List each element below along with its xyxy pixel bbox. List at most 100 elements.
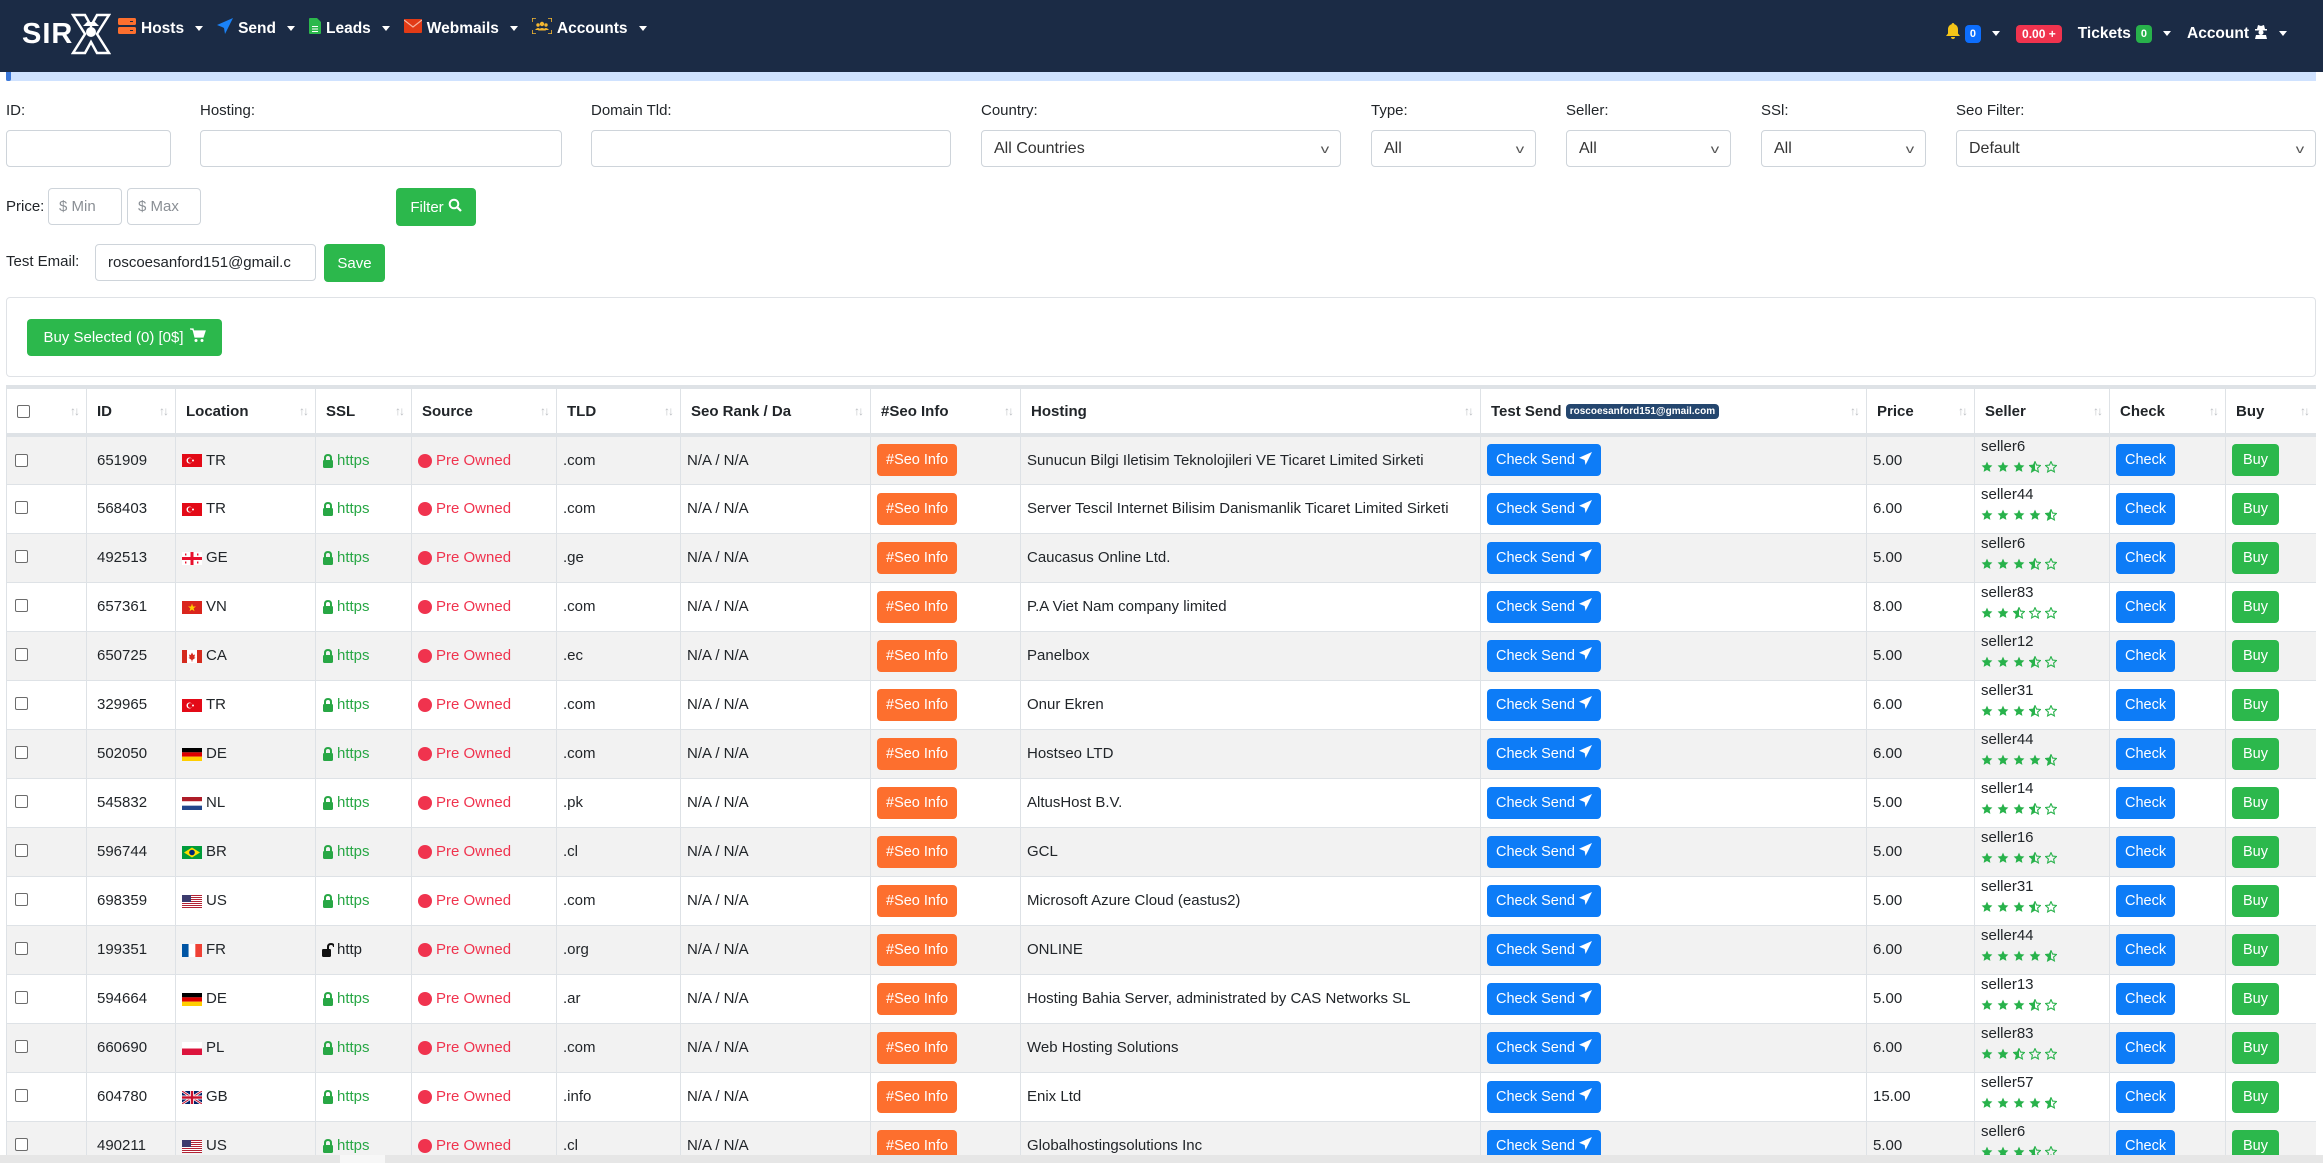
- select-all-header[interactable]: ↑↓: [6, 385, 87, 437]
- horizontal-scrollbar[interactable]: [0, 1155, 2323, 1163]
- price-min-input[interactable]: $ Min: [48, 188, 122, 225]
- column-header-seller[interactable]: Seller ↑↓: [1974, 385, 2110, 437]
- row-checkbox[interactable]: [15, 942, 28, 956]
- sort-icon[interactable]: ↑↓: [1004, 404, 1014, 418]
- buy-button[interactable]: Buy: [2232, 933, 2279, 966]
- seo-info-button[interactable]: #Seo Info: [877, 1080, 958, 1113]
- check-send-button[interactable]: Check Send: [1487, 737, 1601, 770]
- row-checkbox[interactable]: [15, 893, 28, 907]
- sort-icon[interactable]: ↑↓: [540, 404, 550, 418]
- check-button[interactable]: Check: [2116, 1080, 2176, 1113]
- scrollbar-thumb[interactable]: [340, 1155, 385, 1163]
- check-send-button[interactable]: Check Send: [1487, 933, 1601, 966]
- check-button[interactable]: Check: [2116, 444, 2176, 477]
- check-button[interactable]: Check: [2116, 737, 2176, 770]
- sort-icon[interactable]: ↑↓: [159, 404, 169, 418]
- sort-icon[interactable]: ↑↓: [299, 404, 309, 418]
- sort-icon[interactable]: ↑↓: [1958, 404, 1968, 418]
- seo-info-button[interactable]: #Seo Info: [877, 835, 958, 868]
- row-checkbox[interactable]: [15, 599, 28, 613]
- nav-accounts-dropdown[interactable]: Accounts: [531, 17, 647, 39]
- column-header-seo-rank-da[interactable]: Seo Rank / Da ↑↓: [680, 385, 871, 437]
- notifications-dropdown[interactable]: 0: [1945, 23, 2001, 44]
- sort-icon[interactable]: ↑↓: [2300, 404, 2310, 418]
- sort-icon[interactable]: ↑↓: [395, 404, 405, 418]
- check-send-button[interactable]: Check Send: [1487, 492, 1601, 525]
- column-header-tld[interactable]: TLD ↑↓: [556, 385, 681, 437]
- column-header-test-send[interactable]: Test Send roscoesanford151@gmail.com ↑↓: [1480, 385, 1867, 437]
- column-header-source[interactable]: Source ↑↓: [411, 385, 557, 437]
- buy-button[interactable]: Buy: [2232, 737, 2279, 770]
- column-header-price[interactable]: Price ↑↓: [1866, 385, 1975, 437]
- type-filter-select[interactable]: All v: [1371, 130, 1536, 167]
- nav-send-dropdown[interactable]: Send: [217, 18, 295, 39]
- row-checkbox[interactable]: [15, 1089, 28, 1103]
- nav-webmails-dropdown[interactable]: Webmails: [403, 19, 518, 38]
- seo-info-button[interactable]: #Seo Info: [877, 982, 958, 1015]
- select-all-checkbox[interactable]: [17, 405, 30, 419]
- buy-button[interactable]: Buy: [2232, 688, 2279, 721]
- check-send-button[interactable]: Check Send: [1487, 1080, 1601, 1113]
- test-email-input[interactable]: roscoesanford151@gmail.c: [95, 244, 316, 281]
- check-button[interactable]: Check: [2116, 786, 2176, 819]
- seo-filter-select[interactable]: Default v: [1956, 130, 2316, 167]
- column-header-location[interactable]: Location ↑↓: [175, 385, 316, 437]
- seo-info-button[interactable]: #Seo Info: [877, 639, 958, 672]
- buy-button[interactable]: Buy: [2232, 786, 2279, 819]
- buy-button[interactable]: Buy: [2232, 444, 2279, 477]
- row-checkbox[interactable]: [15, 501, 28, 515]
- sort-icon[interactable]: ↑↓: [1850, 404, 1860, 418]
- check-send-button[interactable]: Check Send: [1487, 688, 1601, 721]
- check-send-button[interactable]: Check Send: [1487, 786, 1601, 819]
- sort-icon[interactable]: ↑↓: [70, 404, 80, 418]
- country-filter-select[interactable]: All Countries v: [981, 130, 1341, 167]
- hosting-filter-input[interactable]: [200, 130, 562, 167]
- seo-info-button[interactable]: #Seo Info: [877, 492, 958, 525]
- check-send-button[interactable]: Check Send: [1487, 1031, 1601, 1064]
- seo-info-button[interactable]: #Seo Info: [877, 786, 958, 819]
- buy-button[interactable]: Buy: [2232, 541, 2279, 574]
- seo-info-button[interactable]: #Seo Info: [877, 688, 958, 721]
- buy-button[interactable]: Buy: [2232, 982, 2279, 1015]
- sort-icon[interactable]: ↑↓: [2209, 404, 2219, 418]
- tickets-dropdown[interactable]: Tickets 0: [2078, 24, 2171, 43]
- column-header-ssl[interactable]: SSL ↑↓: [315, 385, 412, 437]
- seo-info-button[interactable]: #Seo Info: [877, 884, 958, 917]
- row-checkbox[interactable]: [15, 453, 28, 467]
- balance-add-funds[interactable]: 0.00 +: [2016, 24, 2062, 43]
- buy-button[interactable]: Buy: [2232, 835, 2279, 868]
- seller-filter-select[interactable]: All v: [1566, 130, 1731, 167]
- buy-button[interactable]: Buy: [2232, 639, 2279, 672]
- seo-info-button[interactable]: #Seo Info: [877, 590, 958, 623]
- check-send-button[interactable]: Check Send: [1487, 639, 1601, 672]
- row-checkbox[interactable]: [15, 746, 28, 760]
- check-send-button[interactable]: Check Send: [1487, 541, 1601, 574]
- column-header-hosting[interactable]: Hosting ↑↓: [1020, 385, 1481, 437]
- check-button[interactable]: Check: [2116, 590, 2176, 623]
- sort-icon[interactable]: ↑↓: [854, 404, 864, 418]
- ssl-filter-select[interactable]: All v: [1761, 130, 1926, 167]
- filter-button[interactable]: Filter: [396, 188, 476, 226]
- column-header-buy[interactable]: Buy ↑↓: [2225, 385, 2316, 437]
- row-checkbox[interactable]: [15, 550, 28, 564]
- check-button[interactable]: Check: [2116, 933, 2176, 966]
- check-button[interactable]: Check: [2116, 884, 2176, 917]
- seo-info-button[interactable]: #Seo Info: [877, 737, 958, 770]
- check-button[interactable]: Check: [2116, 688, 2176, 721]
- row-checkbox[interactable]: [15, 697, 28, 711]
- seo-info-button[interactable]: #Seo Info: [877, 1031, 958, 1064]
- row-checkbox[interactable]: [15, 648, 28, 662]
- sort-icon[interactable]: ↑↓: [664, 404, 674, 418]
- buy-button[interactable]: Buy: [2232, 1031, 2279, 1064]
- check-send-button[interactable]: Check Send: [1487, 835, 1601, 868]
- row-checkbox[interactable]: [15, 1138, 28, 1152]
- check-send-button[interactable]: Check Send: [1487, 590, 1601, 623]
- nav-hosts-dropdown[interactable]: Hosts: [118, 18, 204, 39]
- sort-icon[interactable]: ↑↓: [1464, 404, 1474, 418]
- seo-info-button[interactable]: #Seo Info: [877, 541, 958, 574]
- id-filter-input[interactable]: [6, 130, 171, 167]
- row-checkbox[interactable]: [15, 844, 28, 858]
- check-send-button[interactable]: Check Send: [1487, 982, 1601, 1015]
- nav-leads-dropdown[interactable]: Leads: [308, 18, 390, 39]
- buy-selected-button[interactable]: Buy Selected (0) [0$]: [27, 319, 222, 356]
